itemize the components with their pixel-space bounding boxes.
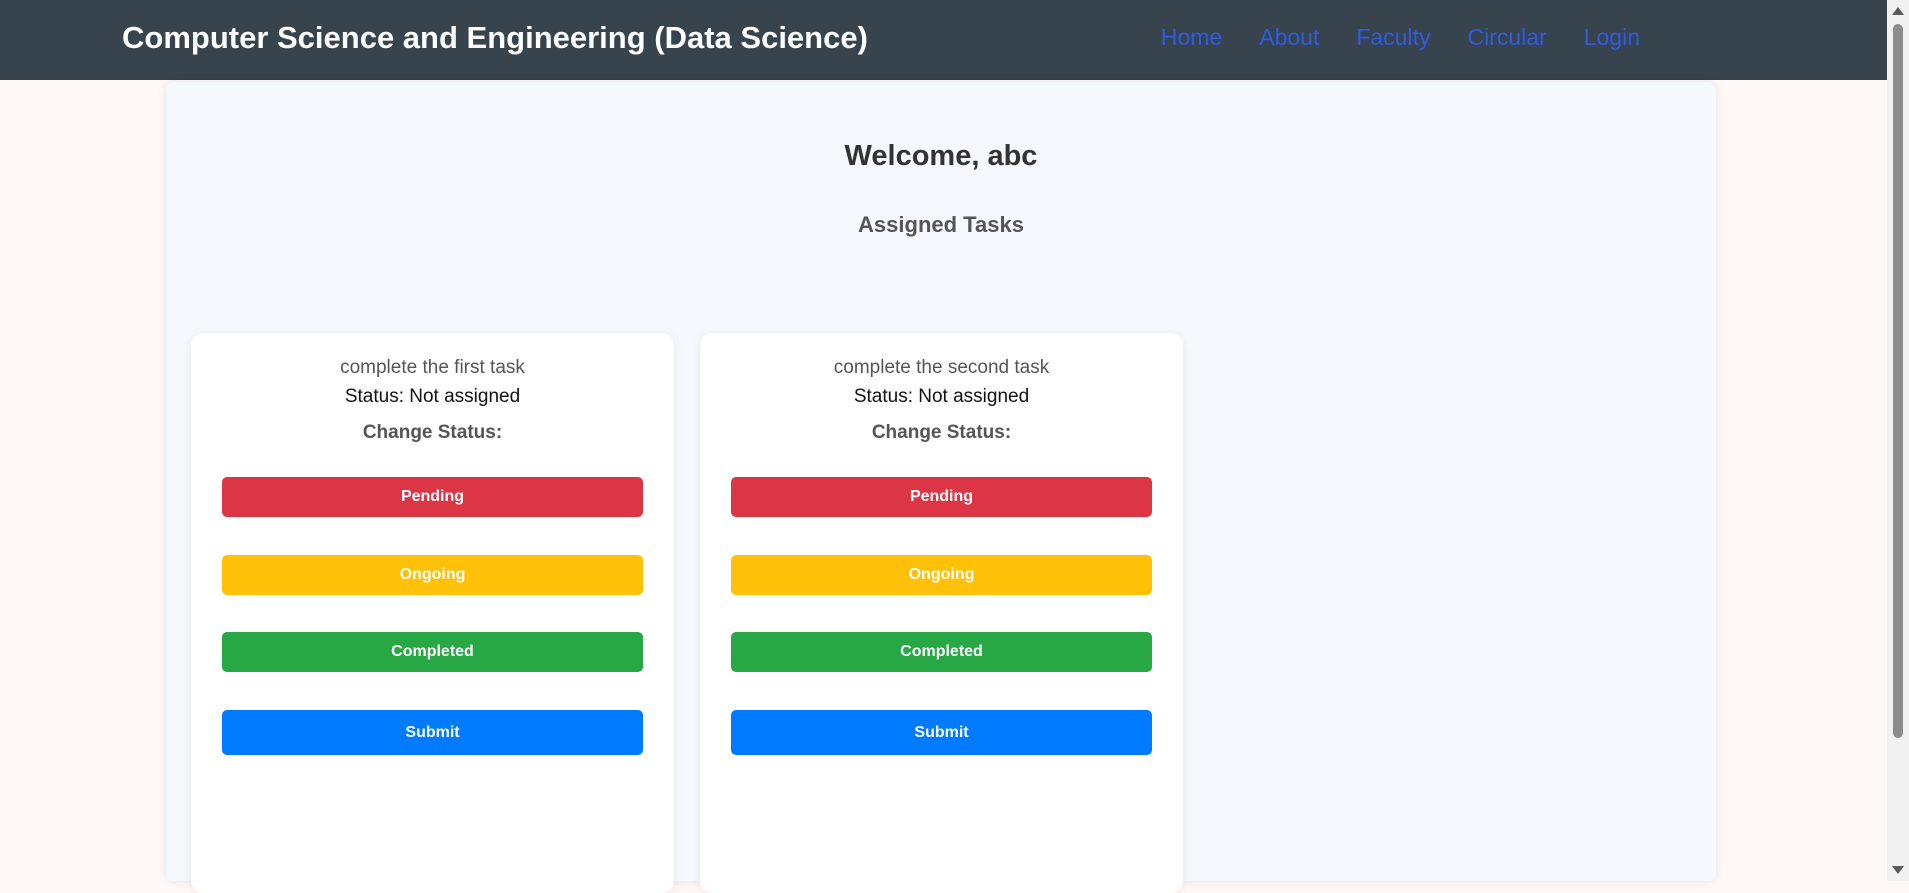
- scrollbar-thumb[interactable]: [1893, 24, 1903, 738]
- pending-button[interactable]: Pending: [731, 477, 1152, 517]
- submit-button[interactable]: Submit: [731, 710, 1152, 755]
- main-container: Welcome, abc Assigned Tasks complete the…: [166, 82, 1716, 893]
- task-card: complete the second task Status: Not ass…: [700, 333, 1183, 893]
- submit-button[interactable]: Submit: [222, 710, 643, 755]
- scroll-up-arrow-icon[interactable]: [1892, 7, 1904, 15]
- site-title: Computer Science and Engineering (Data S…: [122, 20, 868, 55]
- nav-link-home[interactable]: Home: [1161, 22, 1222, 52]
- change-status-label: Change Status:: [871, 422, 1012, 443]
- vertical-scrollbar[interactable]: [1887, 0, 1909, 881]
- ongoing-button[interactable]: Ongoing: [731, 555, 1152, 595]
- task-description: complete the first task: [340, 357, 525, 378]
- task-description: complete the second task: [833, 357, 1050, 378]
- assigned-tasks-heading: Assigned Tasks: [858, 212, 1024, 237]
- task-status: Status: Not assigned: [344, 386, 521, 407]
- task-card: complete the first task Status: Not assi…: [191, 333, 674, 893]
- pending-button[interactable]: Pending: [222, 477, 643, 517]
- task-status: Status: Not assigned: [853, 386, 1030, 407]
- ongoing-button[interactable]: Ongoing: [222, 555, 643, 595]
- completed-button[interactable]: Completed: [222, 632, 643, 672]
- nav-links: Home About Faculty Circular Login: [1161, 22, 1640, 52]
- nav-link-faculty[interactable]: Faculty: [1356, 22, 1430, 52]
- nav-link-circular[interactable]: Circular: [1467, 22, 1546, 52]
- change-status-label: Change Status:: [362, 422, 503, 443]
- nav-link-about[interactable]: About: [1259, 22, 1319, 52]
- completed-button[interactable]: Completed: [731, 632, 1152, 672]
- scroll-down-arrow-icon[interactable]: [1892, 866, 1904, 874]
- top-navbar: Computer Science and Engineering (Data S…: [0, 0, 1887, 80]
- welcome-heading: Welcome, abc: [844, 140, 1038, 172]
- nav-link-login[interactable]: Login: [1584, 22, 1640, 52]
